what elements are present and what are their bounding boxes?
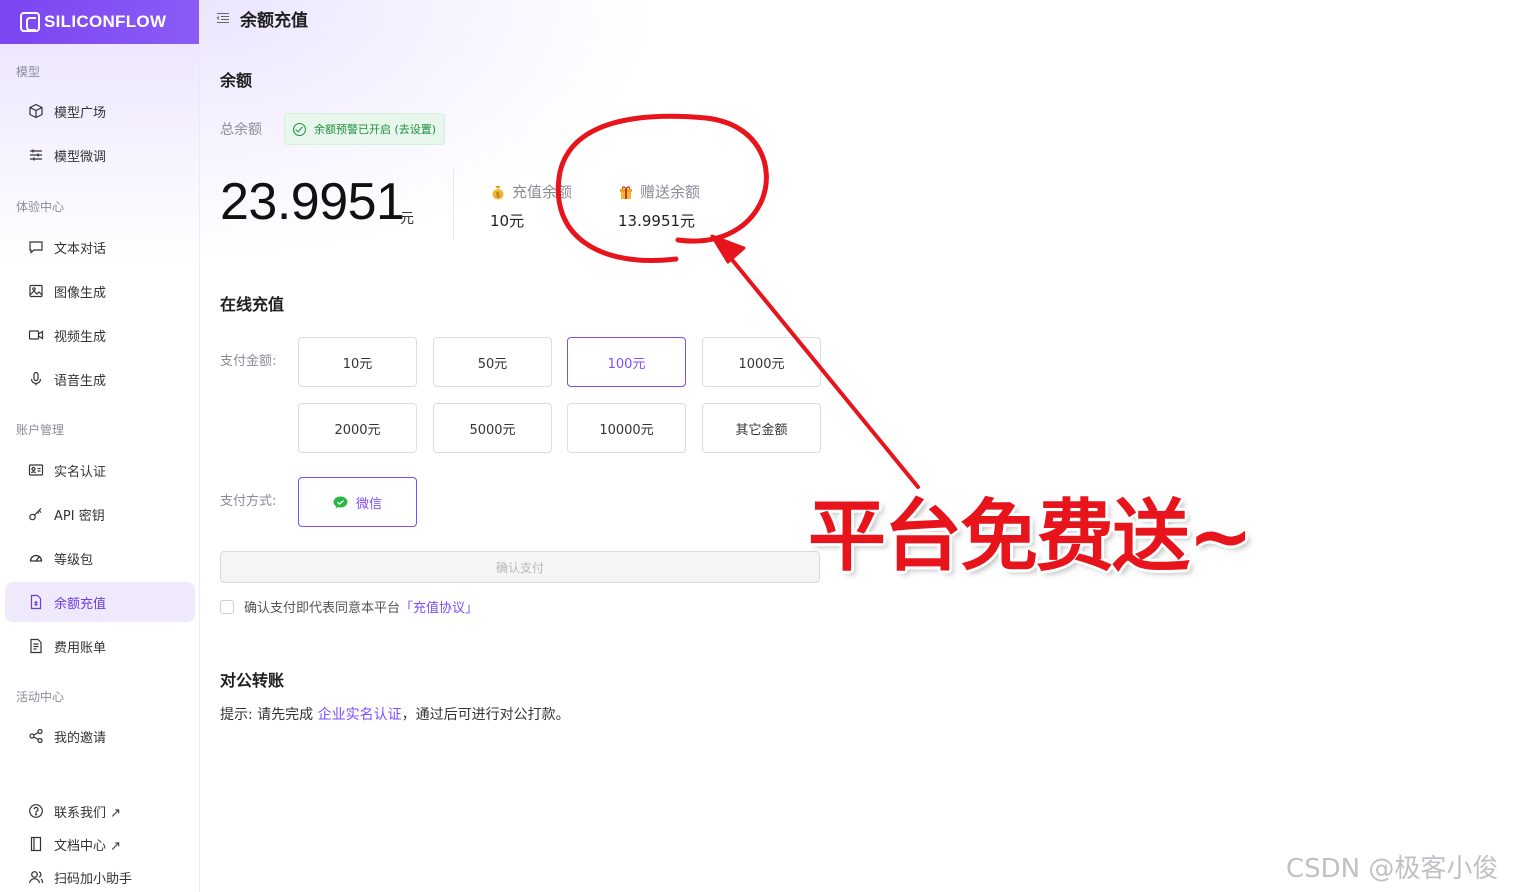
section-label-models: 模型 xyxy=(16,65,41,79)
sidebar-item-balance-recharge[interactable]: 余额充值 xyxy=(5,582,195,622)
divider xyxy=(453,170,454,240)
recharge-balance: $ 充值余额 10元 xyxy=(490,183,573,230)
help-icon xyxy=(28,803,44,819)
id-card-icon xyxy=(28,462,44,478)
recharge-agreement-link[interactable]: 「充值协议」 xyxy=(400,597,478,616)
mic-icon xyxy=(28,371,44,387)
wechat-pay-button[interactable]: 微信 xyxy=(298,477,417,527)
total-balance-value: 23.9951 xyxy=(220,173,405,231)
balance-alert-badge[interactable]: 余额预警已开启 (去设置) xyxy=(284,113,446,145)
amount-option-1000[interactable]: 1000元 xyxy=(702,337,821,387)
key-icon xyxy=(28,506,44,522)
sidebar-link-assistant[interactable]: 扫码加小助手 xyxy=(5,858,195,892)
section-label-playground: 体验中心 xyxy=(16,200,65,214)
menu-collapse-icon[interactable] xyxy=(216,11,230,25)
corporate-transfer-title: 对公转账 xyxy=(220,671,285,690)
user-icon xyxy=(28,869,44,885)
annotation-text: 平台免费送~ xyxy=(808,492,1253,582)
amount-option-5000[interactable]: 5000元 xyxy=(433,403,552,453)
sidebar-item-text-chat[interactable]: 文本对话 xyxy=(5,227,195,267)
wechat-icon xyxy=(333,496,348,508)
enterprise-verification-link[interactable]: 企业实名认证 xyxy=(318,707,402,723)
main-content: 余额充值 余额 总余额 余额预警已开启 (去设置) 23.9951 元 $ 充值… xyxy=(200,0,1519,892)
gift-icon xyxy=(620,185,632,199)
agreement-row: 确认支付即代表同意本平台 「充值协议」 xyxy=(220,597,478,616)
wallet-icon xyxy=(28,594,44,610)
amount-option-other[interactable]: 其它金额 xyxy=(702,403,821,453)
svg-text:$: $ xyxy=(496,191,500,199)
pay-amount-label: 支付金额: xyxy=(220,354,277,369)
total-balance-unit: 元 xyxy=(400,211,414,227)
bill-icon xyxy=(28,638,44,654)
total-balance-label: 总余额 xyxy=(220,122,262,138)
share-icon xyxy=(28,728,44,744)
corporate-transfer-tip: 提示: 请先完成 企业实名认证，通过后可进行对公打款。 xyxy=(220,707,570,723)
watermark: CSDN @极客小俊 xyxy=(1286,854,1499,884)
amount-option-50[interactable]: 50元 xyxy=(433,337,552,387)
gift-balance: 赠送余额 13.9951元 xyxy=(618,183,701,230)
section-label-activity: 活动中心 xyxy=(16,690,65,704)
sliders-icon xyxy=(28,147,44,163)
check-circle-icon xyxy=(293,122,306,136)
sidebar-item-invites[interactable]: 我的邀请 xyxy=(5,716,195,756)
sidebar: SILICONFLOW 模型 模型广场 模型微调 体验中心 文本对话 图像生成 … xyxy=(0,0,200,892)
cube-icon xyxy=(28,103,44,119)
money-bag-icon: $ xyxy=(492,185,504,199)
chat-icon xyxy=(28,239,44,255)
sidebar-item-fine-tune[interactable]: 模型微调 xyxy=(5,135,195,175)
sidebar-item-tier-package[interactable]: 等级包 xyxy=(5,538,195,578)
sidebar-item-video-gen[interactable]: 视频生成 xyxy=(5,315,195,355)
sidebar-item-real-name[interactable]: 实名认证 xyxy=(5,450,195,490)
image-icon xyxy=(28,283,44,299)
sidebar-item-model-plaza[interactable]: 模型广场 xyxy=(5,91,195,131)
sidebar-item-image-gen[interactable]: 图像生成 xyxy=(5,271,195,311)
page-title: 余额充值 xyxy=(240,10,308,31)
brand-logo[interactable]: SILICONFLOW xyxy=(0,0,199,44)
sidebar-item-audio-gen[interactable]: 语音生成 xyxy=(5,359,195,399)
sidebar-item-billing[interactable]: 费用账单 xyxy=(5,626,195,666)
gift-balance-value: 13.9951元 xyxy=(618,212,696,230)
brand-name: SILICONFLOW xyxy=(44,12,167,31)
confirm-pay-button[interactable]: 确认支付 xyxy=(220,551,820,583)
logo-icon xyxy=(20,12,40,32)
section-label-account: 账户管理 xyxy=(16,423,65,437)
balance-section-title: 余额 xyxy=(220,71,253,90)
gauge-icon xyxy=(28,550,44,566)
video-icon xyxy=(28,327,44,343)
amount-option-10[interactable]: 10元 xyxy=(298,337,417,387)
header: 余额充值 xyxy=(216,6,308,31)
pay-method-label: 支付方式: xyxy=(220,494,277,509)
online-recharge-title: 在线充值 xyxy=(220,295,285,314)
sidebar-item-api-keys[interactable]: API 密钥 xyxy=(5,494,195,534)
amount-option-100[interactable]: 100元 xyxy=(567,337,686,387)
amount-option-10000[interactable]: 10000元 xyxy=(567,403,686,453)
agreement-checkbox[interactable] xyxy=(220,599,234,614)
doc-icon xyxy=(28,836,44,852)
recharge-balance-value: 10元 xyxy=(490,212,525,230)
amount-option-2000[interactable]: 2000元 xyxy=(298,403,417,453)
